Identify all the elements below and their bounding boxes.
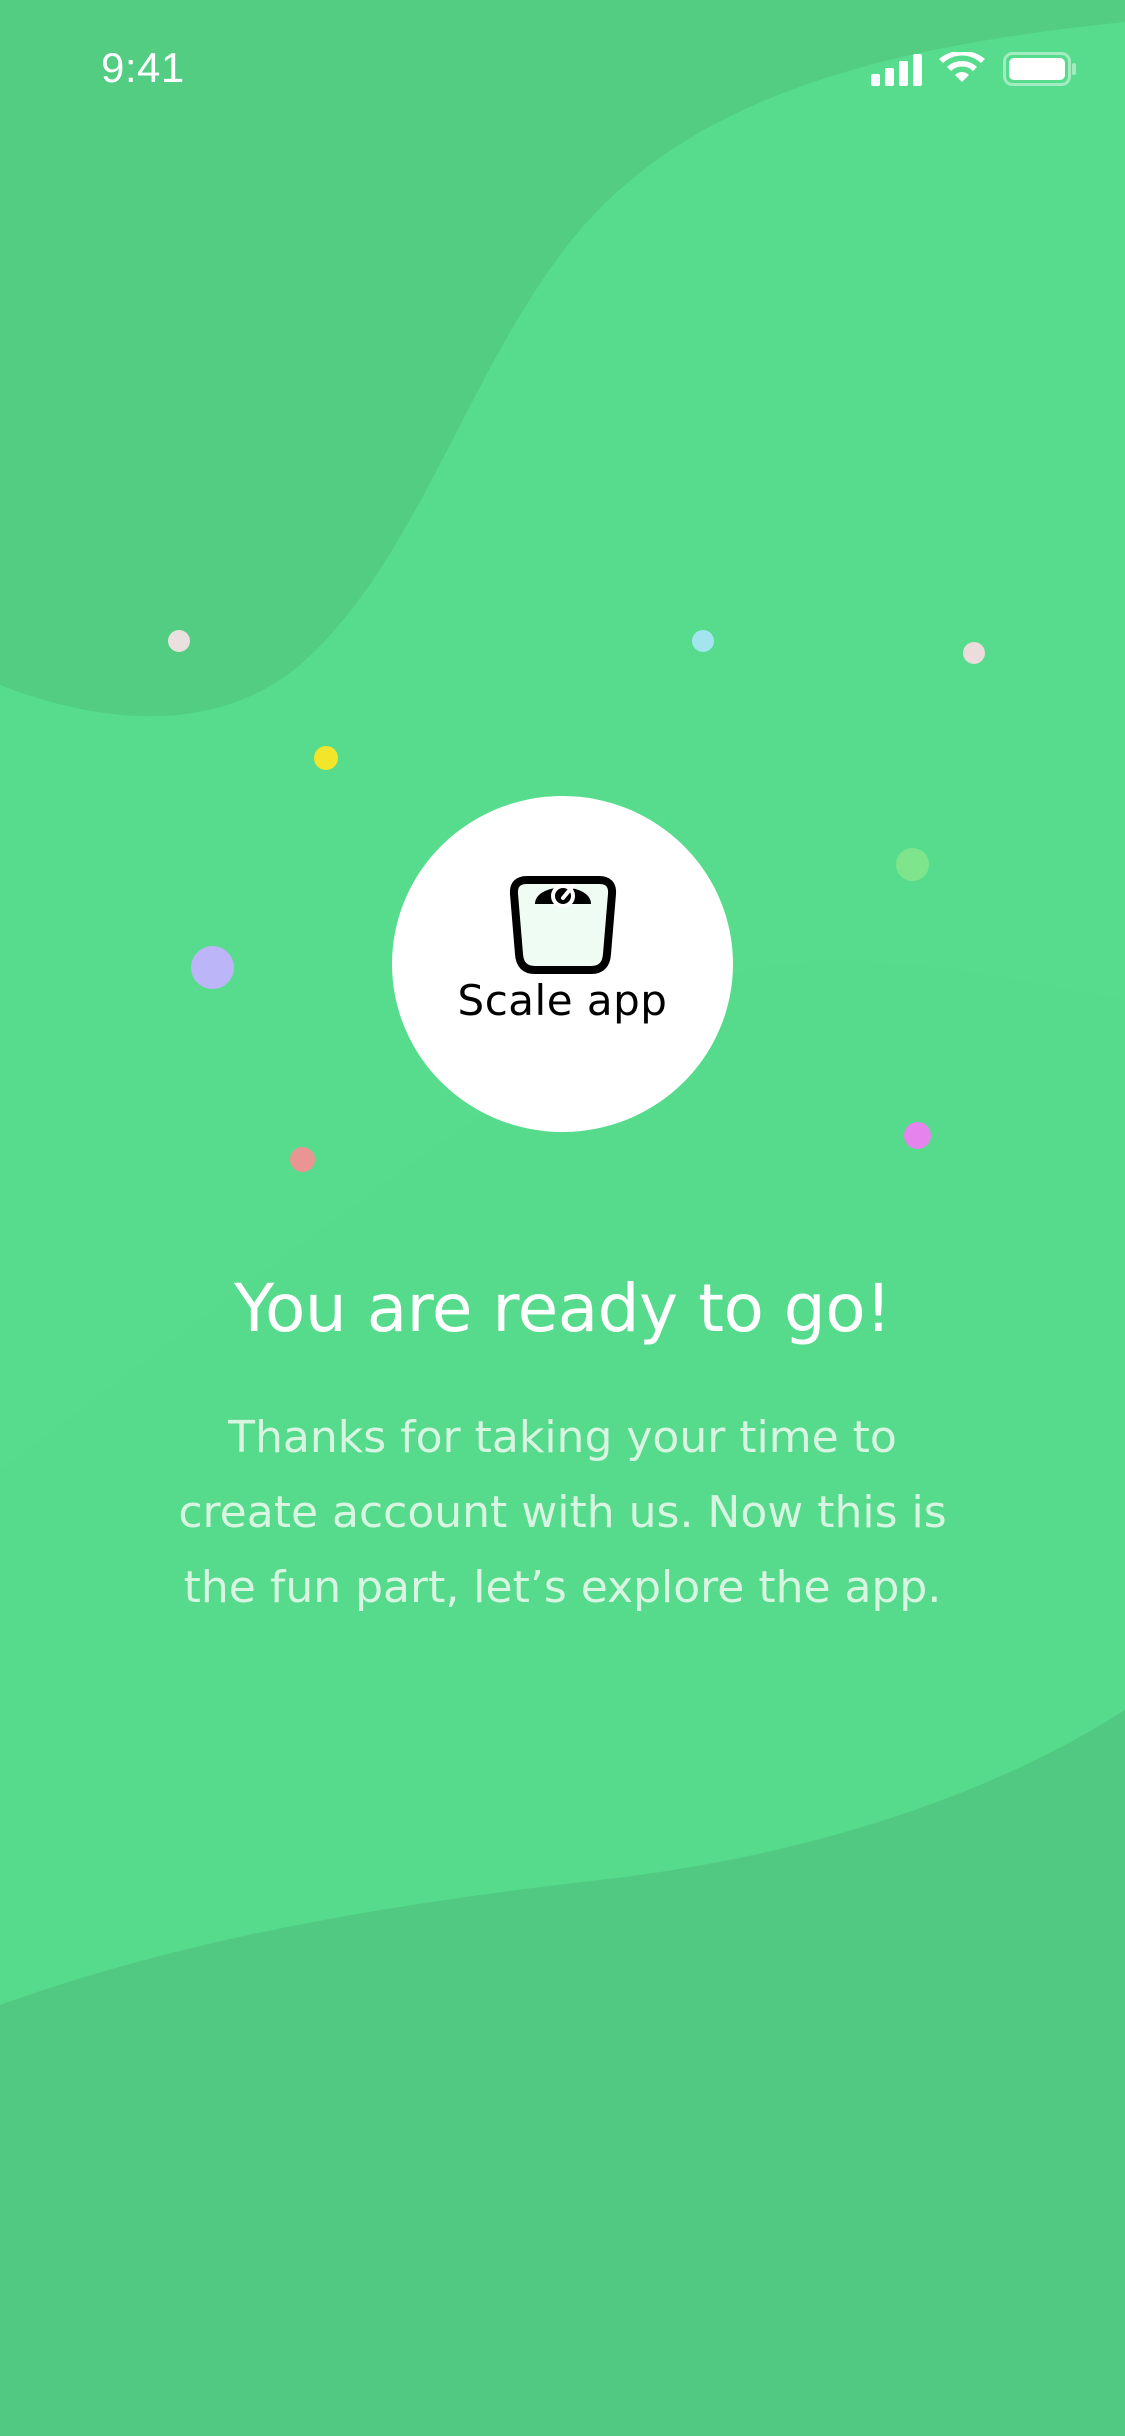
confetti-dot — [692, 630, 714, 652]
subtitle-line: Thanks for taking your time to — [228, 1412, 897, 1463]
confetti-dot — [191, 946, 234, 989]
battery-icon — [1003, 52, 1076, 86]
app-logo: Scale app — [392, 796, 733, 1132]
confetti-dot — [290, 1147, 315, 1172]
status-time: 9:41 — [101, 44, 185, 91]
page-subtitle: Thanks for taking your time to create ac… — [150, 1400, 975, 1625]
confetti-dot — [168, 630, 190, 652]
subtitle-line: create account with us. Now this is — [178, 1487, 947, 1538]
onboarding-complete-screen: 9:41 Scale app You are ready to go! Than… — [0, 0, 1125, 2436]
confetti-dot — [896, 848, 929, 881]
wifi-icon — [939, 52, 985, 82]
status-icons — [871, 52, 1081, 88]
scale-icon — [509, 876, 617, 974]
confetti-dot — [963, 642, 985, 664]
page-title: You are ready to go! — [233, 1270, 892, 1347]
subtitle-line: the fun part, let’s explore the app. — [183, 1562, 942, 1613]
confetti-dot — [314, 746, 338, 770]
background-waves — [0, 0, 1125, 2436]
logo-wordmark: Scale app — [457, 976, 668, 1025]
top-wave — [0, 0, 1125, 717]
confetti-dot — [904, 1122, 931, 1149]
signal-icon — [871, 54, 922, 86]
